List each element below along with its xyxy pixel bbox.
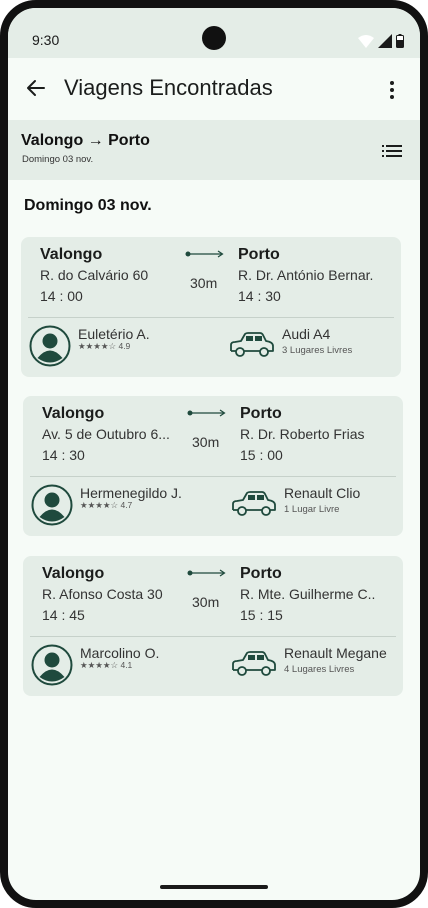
destination-city: Porto: [240, 565, 282, 582]
car-icon: [230, 332, 274, 357]
card-divider: [30, 636, 396, 637]
driver-rating: ★★★★☆ 4.9: [78, 341, 131, 351]
signal-icon: [378, 34, 392, 48]
more-vert-icon[interactable]: [380, 78, 404, 102]
home-indicator[interactable]: [160, 885, 268, 889]
day-section-label: Domingo 03 nov.: [24, 197, 152, 214]
trip-duration: 30m: [192, 434, 220, 450]
car-icon: [232, 651, 276, 676]
departure-time: 14 : 30: [42, 447, 85, 463]
avatar-icon[interactable]: [31, 644, 73, 686]
trip-card[interactable]: Valongo R. do Calvário 60 14 : 00 30m Po…: [21, 237, 401, 377]
route-title: Valongo → Porto: [21, 132, 150, 149]
arrival-time: 15 : 00: [240, 447, 283, 463]
available-seats: 4 Lugares Livres: [284, 664, 355, 675]
origin-city: Valongo: [42, 405, 105, 422]
departure-time: 14 : 45: [42, 607, 85, 623]
card-divider: [28, 317, 394, 318]
route-arrow-icon: [187, 569, 226, 577]
camera-cutout: [202, 26, 226, 50]
driver-name: Hermenegildo J.: [80, 485, 182, 501]
destination-city: Porto: [240, 405, 282, 422]
origin-address: R. Afonso Costa 30: [42, 586, 163, 602]
trip-card[interactable]: Valongo Av. 5 de Outubro 6... 14 : 30 30…: [23, 396, 403, 536]
avatar-icon[interactable]: [29, 325, 71, 367]
system-icons: [358, 34, 404, 48]
destination-address: R. Dr. António Bernar.: [238, 267, 374, 283]
back-arrow-icon[interactable]: [24, 76, 48, 100]
status-bar: 9:30: [8, 8, 420, 58]
arrival-time: 14 : 30: [238, 288, 281, 304]
available-seats: 1 Lugar Livre: [284, 504, 340, 515]
car-model: Renault Megane: [284, 645, 387, 661]
app-bar: Viagens Encontradas: [8, 58, 420, 120]
trip-card[interactable]: Valongo R. Afonso Costa 30 14 : 45 30m P…: [23, 556, 403, 696]
origin-city: Valongo: [42, 565, 105, 582]
origin-city: Valongo: [40, 246, 103, 263]
route-summary-bar: Valongo → Porto Domingo 03 nov.: [8, 120, 420, 180]
trip-duration: 30m: [190, 275, 218, 291]
departure-time: 14 : 00: [40, 288, 83, 304]
arrival-time: 15 : 15: [240, 607, 283, 623]
phone-frame: 9:30 Viagens Encontradas Valongo → Porto…: [0, 0, 428, 908]
destination-city: Porto: [238, 246, 280, 263]
route-date: Domingo 03 nov.: [22, 154, 94, 165]
route-arrow-icon: [185, 250, 224, 258]
car-model: Audi A4: [282, 326, 331, 342]
avatar-icon[interactable]: [31, 484, 73, 526]
status-time: 9:30: [32, 32, 60, 48]
card-divider: [30, 476, 396, 477]
car-model: Renault Clio: [284, 485, 361, 501]
list-icon[interactable]: [380, 139, 404, 163]
driver-name: Euletério A.: [78, 326, 150, 342]
trip-duration: 30m: [192, 594, 220, 610]
driver-rating: ★★★★☆ 4.7: [80, 500, 133, 510]
origin-address: R. do Calvário 60: [40, 267, 149, 283]
page-title: Viagens Encontradas: [64, 75, 273, 100]
battery-icon: [396, 34, 404, 48]
origin-address: Av. 5 de Outubro 6...: [42, 426, 170, 442]
available-seats: 3 Lugares Livres: [282, 345, 353, 356]
wifi-icon: [358, 35, 374, 48]
driver-name: Marcolino O.: [80, 645, 160, 661]
route-arrow-icon: [187, 409, 226, 417]
destination-address: R. Dr. Roberto Frias: [240, 426, 365, 442]
car-icon: [232, 491, 276, 516]
driver-rating: ★★★★☆ 4.1: [80, 660, 133, 670]
destination-address: R. Mte. Guilherme C..: [240, 586, 376, 602]
